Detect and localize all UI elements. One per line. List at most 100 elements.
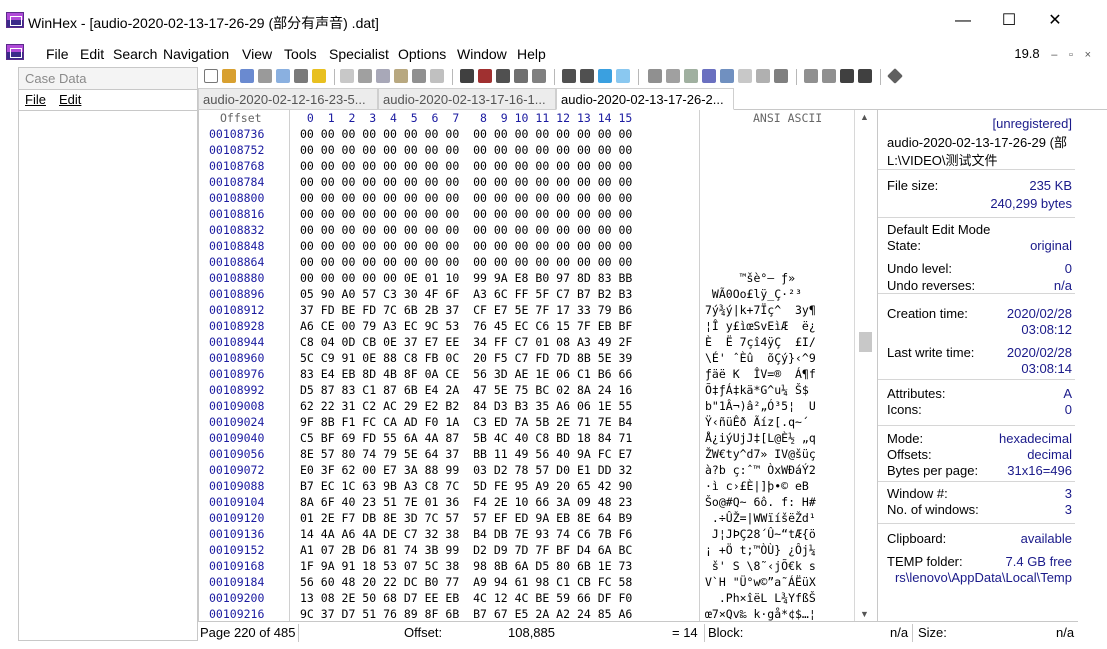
- row-hex-bytes[interactable]: 00 00 00 00 00 00 00 00 00 00 00 00 00 0…: [300, 158, 632, 174]
- row-hex-bytes[interactable]: E0 3F 62 00 E7 3A 88 99 03 D2 78 57 D0 E…: [300, 462, 632, 478]
- hex-row[interactable]: 00109104 8A 6F 40 23 51 7E 01 36 F4 2E 10…: [199, 494, 859, 510]
- hex-row[interactable]: 00109008 62 22 31 C2 AC 29 E2 B2 84 D3 B3…: [199, 398, 859, 414]
- menu-window[interactable]: Window: [457, 46, 507, 62]
- hex-row[interactable]: 00108864 00 00 00 00 00 00 00 00 00 00 00…: [199, 254, 859, 270]
- row-hex-bytes[interactable]: 00 00 00 00 00 00 00 00 00 00 00 00 00 0…: [300, 206, 632, 222]
- row-ascii[interactable]: Šo@#Q~ 6ô. f: H#: [705, 494, 855, 510]
- hex-row[interactable]: 00109120 01 2E F7 DB 8E 3D 7C 57 57 EF ED…: [199, 510, 859, 526]
- goto-offset-icon[interactable]: [562, 69, 576, 83]
- maximize-button[interactable]: ☐: [986, 8, 1032, 34]
- case-menu-file[interactable]: File: [25, 92, 46, 107]
- row-hex-bytes[interactable]: 00 00 00 00 00 00 00 00 00 00 00 00 00 0…: [300, 174, 632, 190]
- row-hex-bytes[interactable]: 1F 9A 91 18 53 07 5C 38 98 8B 6A D5 80 6…: [300, 558, 632, 574]
- row-ascii[interactable]: Å¿iýUjJ‡[L@È½ „q: [705, 430, 855, 446]
- document-menu-icon[interactable]: [6, 44, 24, 60]
- row-hex-bytes[interactable]: 9F 8B F1 FC CA AD F0 1A C3 ED 7A 5B 2E 7…: [300, 414, 632, 430]
- hex-row[interactable]: 00109136 14 4A A6 4A DE C7 32 38 B4 DB 7E…: [199, 526, 859, 542]
- row-hex-bytes[interactable]: 00 00 00 00 00 00 00 00 00 00 00 00 00 0…: [300, 254, 632, 270]
- menu-view[interactable]: View: [242, 46, 272, 62]
- back-arrow-icon[interactable]: [598, 69, 612, 83]
- hex-row[interactable]: 00109168 1F 9A 91 18 53 07 5C 38 98 8B 6A…: [199, 558, 859, 574]
- menu-file[interactable]: File: [46, 46, 69, 62]
- row-hex-bytes[interactable]: C5 BF 69 FD 55 6A 4A 87 5B 4C 40 C8 BD 1…: [300, 430, 632, 446]
- row-hex-bytes[interactable]: 13 08 2E 50 68 D7 EE EB 4C 12 4C BE 59 6…: [300, 590, 632, 606]
- row-ascii[interactable]: J¦JÞÇ28´Û~“tÆ{ö: [705, 526, 855, 542]
- forward-arrow-icon[interactable]: [616, 69, 630, 83]
- diamond-icon[interactable]: [887, 68, 903, 84]
- scroll-up-icon[interactable]: ▲: [860, 112, 869, 122]
- cut-icon[interactable]: [358, 69, 372, 83]
- hex-row[interactable]: 00108928 A6 CE 00 79 A3 EC 9C 53 76 45 EC…: [199, 318, 859, 334]
- row-hex-bytes[interactable]: 83 E4 EB 8D 4B 8F 0A CE 56 3D AE 1E 06 C…: [300, 366, 632, 382]
- row-ascii[interactable]: .÷ÛŽ=|WWïíšëŽd¹: [705, 510, 855, 526]
- hex-row[interactable]: 00108896 05 90 A0 57 C3 30 4F 6F A3 6C FF…: [199, 286, 859, 302]
- menu-navigation[interactable]: Navigation: [163, 46, 229, 62]
- row-ascii[interactable]: WÃ0Oo£lÿ_Ç·²³: [705, 286, 855, 302]
- view-text-icon[interactable]: [822, 69, 836, 83]
- hex-row[interactable]: 00109088 B7 EC 1C 63 9B A3 C8 7C 5D FE 95…: [199, 478, 859, 494]
- menu-help[interactable]: Help: [517, 46, 546, 62]
- row-ascii[interactable]: ŽW€ty^d7» IV@šüç: [705, 446, 855, 462]
- hex-row[interactable]: 00109184 56 60 48 20 22 DC B0 77 A9 94 61…: [199, 574, 859, 590]
- row-ascii[interactable]: Ÿ‹ñüÊ­ð Ãíz[.q~´: [705, 414, 855, 430]
- hex-row[interactable]: 00109072 E0 3F 62 00 E7 3A 88 99 03 D2 78…: [199, 462, 859, 478]
- row-ascii[interactable]: \É' ˆÈû õÇý}‹^9: [705, 350, 855, 366]
- case-data-panel[interactable]: [18, 110, 198, 641]
- replace-hex-icon[interactable]: [514, 69, 528, 83]
- row-ascii[interactable]: ·ì c›£È|]þ•© eB: [705, 478, 855, 494]
- row-hex-bytes[interactable]: 56 60 48 20 22 DC B0 77 A9 94 61 98 C1 C…: [300, 574, 632, 590]
- row-hex-bytes[interactable]: 00 00 00 00 00 00 00 00 00 00 00 00 00 0…: [300, 190, 632, 206]
- row-hex-bytes[interactable]: 00 00 00 00 00 00 00 00 00 00 00 00 00 0…: [300, 238, 632, 254]
- hex-row[interactable]: 00108848 00 00 00 00 00 00 00 00 00 00 00…: [199, 238, 859, 254]
- row-ascii[interactable]: ¦Î y£ìœSvEìÆ ë¿: [705, 318, 855, 334]
- options-icon[interactable]: [774, 69, 788, 83]
- disk-icon[interactable]: [294, 69, 308, 83]
- undo-icon[interactable]: [340, 69, 354, 83]
- write-icon[interactable]: [430, 69, 444, 83]
- scroll-down-icon[interactable]: ▼: [860, 609, 869, 619]
- row-hex-bytes[interactable]: A1 07 2B D6 81 74 3B 99 D2 D9 7D 7F BF D…: [300, 542, 632, 558]
- properties-icon[interactable]: [276, 69, 290, 83]
- row-hex-bytes[interactable]: 05 90 A0 57 C3 30 4F 6F A3 6C FF 5F C7 B…: [300, 286, 632, 302]
- row-ascii[interactable]: .Ph×îëL L¾YfßŠ: [705, 590, 855, 606]
- hex-editor[interactable]: Offset 0 1 2 3 4 5 6 7 8 9 10 11 12 13 1…: [198, 110, 878, 621]
- hex-row[interactable]: 00108992 D5 87 83 C1 87 6B E4 2A 47 5E 75…: [199, 382, 859, 398]
- new-file-icon[interactable]: [204, 69, 218, 83]
- find-hex-icon[interactable]: [478, 69, 492, 83]
- replace-text-icon[interactable]: [496, 69, 510, 83]
- find-icon[interactable]: [460, 69, 474, 83]
- menu-tools[interactable]: Tools: [284, 46, 317, 62]
- mdi-restore-button[interactable]: ▫: [1069, 49, 1073, 61]
- prev-window-icon[interactable]: [840, 69, 854, 83]
- row-hex-bytes[interactable]: C8 04 0D CB 0E 37 E7 EE 34 FF C7 01 08 A…: [300, 334, 632, 350]
- row-hex-bytes[interactable]: 00 00 00 00 00 00 00 00 00 00 00 00 00 0…: [300, 126, 632, 142]
- hex-row[interactable]: 00108976 83 E4 EB 8D 4B 8F 0A CE 56 3D AE…: [199, 366, 859, 382]
- case-menu-edit[interactable]: Edit: [59, 92, 81, 107]
- folder-icon[interactable]: [312, 69, 326, 83]
- hex-row[interactable]: 00108736 00 00 00 00 00 00 00 00 00 00 00…: [199, 126, 859, 142]
- row-ascii[interactable]: È Ë 7çî4ÿÇ £I/: [705, 334, 855, 350]
- hex-row[interactable]: 00108912 37 FD BE FD 7C 6B 2B 37 CF E7 5E…: [199, 302, 859, 318]
- print-icon[interactable]: [258, 69, 272, 83]
- open-file-icon[interactable]: [222, 69, 236, 83]
- row-ascii[interactable]: V`H "Ü°w©”a˜ÁËüX: [705, 574, 855, 590]
- close-button[interactable]: ✕: [1032, 8, 1078, 34]
- menu-specialist[interactable]: Specialist: [329, 46, 389, 62]
- disk-tools-icon[interactable]: [648, 69, 662, 83]
- winhex-app-icon[interactable]: [6, 12, 24, 28]
- hex-row[interactable]: 00108960 5C C9 91 0E 88 C8 FB 0C 20 F5 C7…: [199, 350, 859, 366]
- hex-row[interactable]: 00108816 00 00 00 00 00 00 00 00 00 00 00…: [199, 206, 859, 222]
- row-hex-bytes[interactable]: 01 2E F7 DB 8E 3D 7C 57 57 EF ED 9A EB 8…: [300, 510, 632, 526]
- row-hex-bytes[interactable]: 8E 57 80 74 79 5E 64 37 BB 11 49 56 40 9…: [300, 446, 632, 462]
- row-hex-bytes[interactable]: B7 EC 1C 63 9B A3 C8 7C 5D FE 95 A9 20 6…: [300, 478, 632, 494]
- menu-search[interactable]: Search: [113, 46, 157, 62]
- row-ascii[interactable]: à?b ç:ˆ™ ÒxWÐáÝ2: [705, 462, 855, 478]
- row-hex-bytes[interactable]: 00 00 00 00 00 0E 01 10 99 9A E8 B0 97 8…: [300, 270, 632, 286]
- minimize-button[interactable]: —: [940, 8, 986, 34]
- calculator-icon[interactable]: [684, 69, 698, 83]
- hex-scrollbar[interactable]: ▲ ▼: [854, 110, 876, 621]
- row-hex-bytes[interactable]: D5 87 83 C1 87 6B E4 2A 47 5E 75 BC 02 8…: [300, 382, 632, 398]
- row-hex-bytes[interactable]: 5C C9 91 0E 88 C8 FB 0C 20 F5 C7 FD 7D 8…: [300, 350, 632, 366]
- view-hex-icon[interactable]: [804, 69, 818, 83]
- row-hex-bytes[interactable]: 14 4A A6 4A DE C7 32 38 B4 DB 7E 93 74 C…: [300, 526, 632, 542]
